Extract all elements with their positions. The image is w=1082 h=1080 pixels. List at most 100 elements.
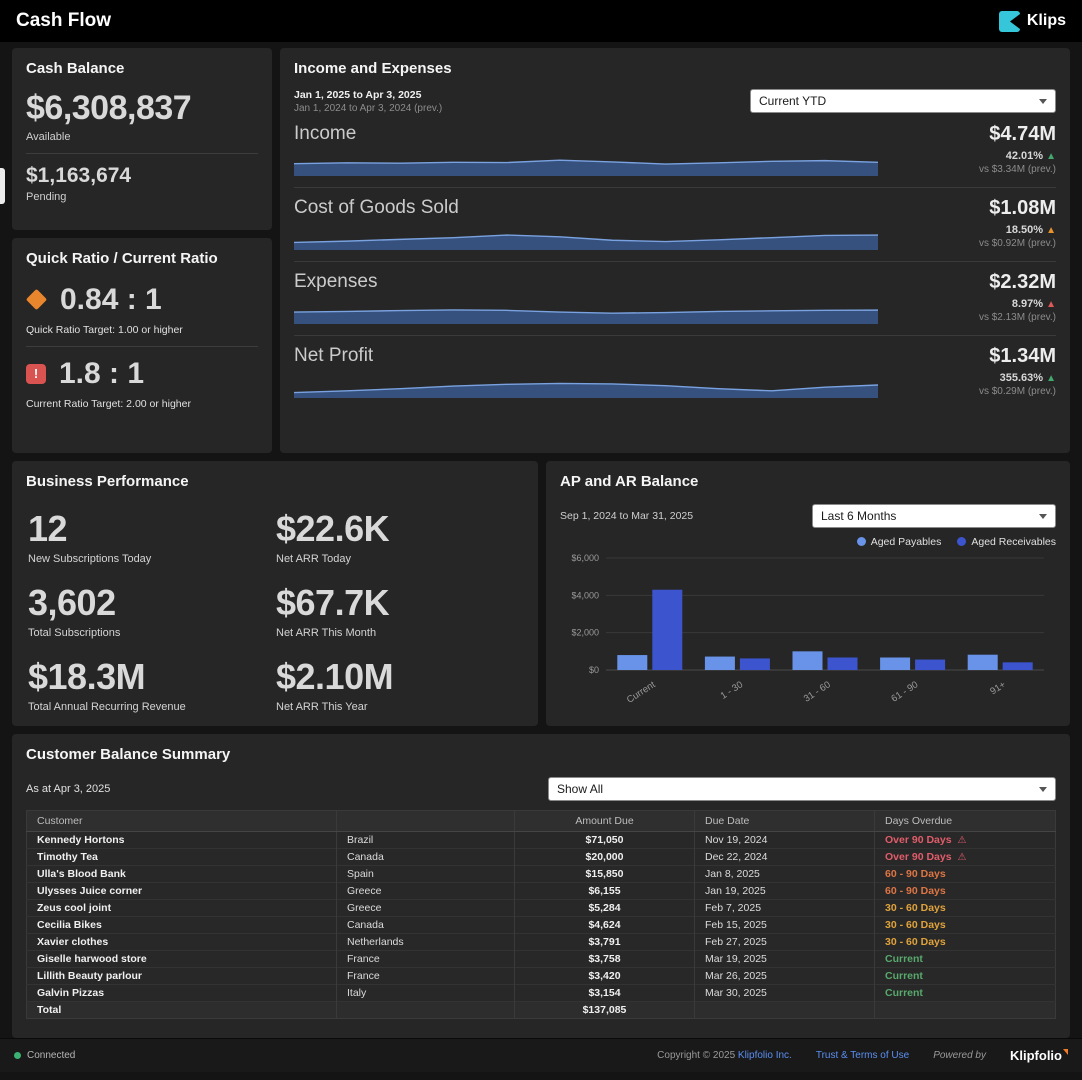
metric-rows: Income$4.74M42.01% ▲vs $3.34M (prev.)Cos…: [294, 114, 1056, 409]
table-row[interactable]: Zeus cool jointGreece$5,284Feb 7, 202530…: [27, 899, 1056, 916]
cash-balance-title: Cash Balance: [26, 60, 258, 79]
connection-label: Connected: [27, 1050, 75, 1061]
business-performance-title: Business Performance: [26, 473, 524, 492]
table-row[interactable]: Lillith Beauty parlourFrance$3,420Mar 26…: [27, 967, 1056, 984]
metric-previous: vs $2.13M (prev.): [896, 312, 1056, 323]
kpi-stat: $22.6KNet ARR Today: [276, 508, 524, 565]
total-amount: $137,085: [515, 1001, 695, 1018]
table-row[interactable]: Ulysses Juice cornerGreece$6,155Jan 19, …: [27, 882, 1056, 899]
table-header-row: Customer Amount Due Due Date Days Overdu…: [27, 810, 1056, 831]
ratio-card-title: Quick Ratio / Current Ratio: [26, 250, 258, 269]
bar-31 - 60: [828, 657, 858, 670]
metric-left: Net Profit: [294, 345, 878, 398]
trend-up-arrow-icon: ▲: [1046, 299, 1056, 310]
customer-balance-card: Customer Balance Summary As at Apr 3, 20…: [12, 734, 1070, 1038]
income-expenses-card: Income and Expenses Jan 1, 2025 to Apr 3…: [280, 48, 1070, 453]
current-ratio-target: Current Ratio Target: 2.00 or higher: [26, 398, 258, 410]
metric-row: Net Profit$1.34M355.63% ▲vs $0.29M (prev…: [294, 336, 1056, 409]
bar-1 - 30: [705, 656, 735, 669]
table-row[interactable]: Ulla's Blood BankSpain$15,850Jan 8, 2025…: [27, 865, 1056, 882]
table-row[interactable]: Xavier clothesNetherlands$3,791Feb 27, 2…: [27, 933, 1056, 950]
table-row[interactable]: Cecilia BikesCanada$4,624Feb 15, 202530 …: [27, 916, 1056, 933]
svg-text:31 - 60: 31 - 60: [802, 679, 833, 704]
date-range-current: Jan 1, 2025 to Apr 3, 2025: [294, 89, 442, 101]
cell-due-date: Feb 27, 2025: [695, 933, 875, 950]
powered-by-label: Powered by: [933, 1050, 986, 1061]
period-select[interactable]: Current YTD: [750, 89, 1056, 113]
copyright-text: Copyright © 2025: [657, 1050, 735, 1061]
cell-days-overdue: Current: [875, 967, 1056, 984]
kpi-label: Net ARR This Month: [276, 627, 524, 639]
legend-label: Aged Payables: [871, 536, 942, 548]
top-bar: Cash Flow Klips: [0, 0, 1082, 42]
table-row[interactable]: Galvin PizzasItaly$3,154Mar 30, 2025Curr…: [27, 984, 1056, 1001]
bar-Current: [617, 655, 647, 670]
metric-change: 8.97% ▲: [896, 298, 1056, 310]
kpi-label: Total Annual Recurring Revenue: [28, 701, 276, 713]
col-country: [337, 810, 515, 831]
footer: Connected Copyright © 2025 Klipfolio Inc…: [0, 1038, 1082, 1072]
cell-customer: Galvin Pizzas: [27, 984, 337, 1001]
cell-days-overdue: 30 - 60 Days: [875, 933, 1056, 950]
customer-table: Customer Amount Due Due Date Days Overdu…: [26, 810, 1056, 1019]
ratio-card: Quick Ratio / Current Ratio 0.84 : 1 Qui…: [12, 238, 272, 453]
trend-sparkline: [294, 150, 878, 176]
metric-left: Income: [294, 123, 878, 176]
company-link[interactable]: Klipfolio Inc.: [738, 1050, 792, 1061]
quick-ratio-target: Quick Ratio Target: 1.00 or higher: [26, 324, 258, 336]
metric-value: $1.34M: [896, 345, 1056, 368]
cell-days-overdue: 30 - 60 Days: [875, 916, 1056, 933]
table-row[interactable]: Kennedy HortonsBrazil$71,050Nov 19, 2024…: [27, 831, 1056, 848]
cell-amount-due: $20,000: [515, 848, 695, 865]
terms-link[interactable]: Trust & Terms of Use: [816, 1050, 909, 1061]
legend-aged-receivables[interactable]: Aged Receivables: [957, 536, 1056, 548]
metric-label: Expenses: [294, 271, 878, 293]
current-ratio-alert-icon: !: [26, 364, 46, 384]
svg-text:$4,000: $4,000: [571, 590, 599, 600]
bar-61 - 90: [880, 657, 910, 670]
bar-61 - 90: [915, 659, 945, 669]
kpi-stat: 12 New Subscriptions Today: [28, 508, 276, 565]
connection-status: Connected: [14, 1050, 75, 1061]
pending-balance-label: Pending: [26, 191, 258, 203]
sidebar-handle[interactable]: [0, 168, 5, 204]
svg-text:Current: Current: [625, 679, 658, 706]
metric-value: $4.74M: [896, 123, 1056, 146]
cell-amount-due: $4,624: [515, 916, 695, 933]
grouped-bar-chart: $0$2,000$4,000$6,000Current1 - 3031 - 60…: [560, 552, 1052, 710]
svg-text:61 - 90: 61 - 90: [889, 679, 920, 704]
col-due-date: Due Date: [695, 810, 875, 831]
kpi-label: New Subscriptions Today: [28, 553, 276, 565]
cell-country: Greece: [337, 882, 515, 899]
cell-amount-due: $15,850: [515, 865, 695, 882]
customer-balance-title: Customer Balance Summary: [26, 746, 1056, 765]
legend-dot-icon: [957, 537, 966, 546]
cell-customer: Cecilia Bikes: [27, 916, 337, 933]
filter-select[interactable]: Show All: [548, 777, 1056, 801]
legend-dot-icon: [857, 537, 866, 546]
metric-change: 18.50% ▲: [896, 224, 1056, 236]
trend-up-arrow-icon: ▲: [1046, 225, 1056, 236]
divider: [26, 153, 258, 154]
legend-aged-payables[interactable]: Aged Payables: [857, 536, 942, 548]
cell-due-date: Mar 30, 2025: [695, 984, 875, 1001]
klips-logo-icon: [999, 11, 1020, 32]
table-row[interactable]: Giselle harwood storeFrance$3,758Mar 19,…: [27, 950, 1056, 967]
filter-select-wrap: Show All: [548, 777, 1056, 801]
kpi-stat: 3,602Total Subscriptions: [28, 582, 276, 639]
cell-customer: Giselle harwood store: [27, 950, 337, 967]
table-row[interactable]: Timothy TeaCanada$20,000Dec 22, 2024Over…: [27, 848, 1056, 865]
cell-amount-due: $6,155: [515, 882, 695, 899]
kpi-value: 12: [28, 508, 276, 550]
business-performance-card: Business Performance 12 New Subscriptions…: [12, 461, 538, 726]
warning-icon: ⚠: [957, 835, 966, 846]
klipfolio-logo[interactable]: Klipfolio: [1010, 1048, 1068, 1063]
range-select[interactable]: Last 6 Months: [812, 504, 1056, 528]
svg-text:$6,000: $6,000: [571, 553, 599, 563]
as-at-date: As at Apr 3, 2025: [26, 783, 110, 795]
trend-sparkline: [294, 224, 878, 250]
cell-amount-due: $3,791: [515, 933, 695, 950]
divider: [26, 346, 258, 347]
klips-brand[interactable]: Klips: [999, 11, 1066, 32]
kpi-value: $18.3M: [28, 656, 276, 698]
